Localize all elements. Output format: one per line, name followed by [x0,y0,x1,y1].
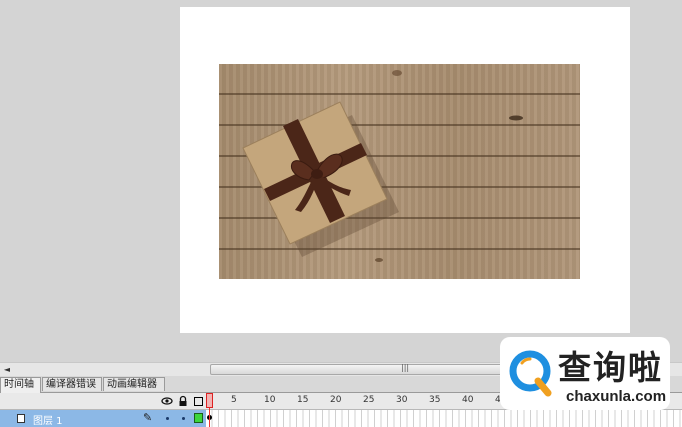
playhead[interactable] [206,393,213,408]
magnifier-logo-icon [509,350,552,397]
frame-number: 35 [429,395,441,405]
watermark: 查询啦 chaxunla.com [500,337,670,410]
eye-icon[interactable] [161,395,173,407]
frame-number: 5 [231,395,237,405]
tab-timeline[interactable]: 时间轴 [0,377,41,393]
stage-area [0,0,682,362]
lock-dot-icon[interactable] [182,417,185,420]
watermark-brand: 查询啦 [558,348,663,387]
watermark-url: chaxunla.com [566,388,667,405]
layer-row[interactable]: 图层 1 ✎ [0,410,682,427]
tab-compiler-errors[interactable]: 编译器错误 [42,377,102,391]
layer-name-cell[interactable]: 图层 1 ✎ [0,410,206,427]
outline-icon[interactable] [194,397,203,406]
pencil-icon: ✎ [143,411,153,424]
scroll-left-arrow-icon[interactable]: ◄ [2,364,12,375]
layer-icon [17,414,25,423]
frame-number: 15 [297,395,309,405]
gift-box-illustration [242,70,523,262]
layer-name[interactable]: 图层 1 [33,412,63,427]
frame-number: 25 [363,395,375,405]
lock-icon[interactable] [177,395,189,407]
frame-cells[interactable] [206,410,682,427]
frame-number: 10 [264,395,276,405]
gift-box-image[interactable] [219,64,580,279]
scroll-grip-icon: ||| [401,363,410,372]
layer-outline-color-swatch[interactable] [194,413,203,423]
frame-number: 30 [396,395,408,405]
visibility-dot-icon[interactable] [166,417,169,420]
frame-number: 40 [462,395,474,405]
frame-number: 20 [330,395,342,405]
tab-motion-editor[interactable]: 动画编辑器 [103,377,165,391]
playhead-line [209,408,210,427]
